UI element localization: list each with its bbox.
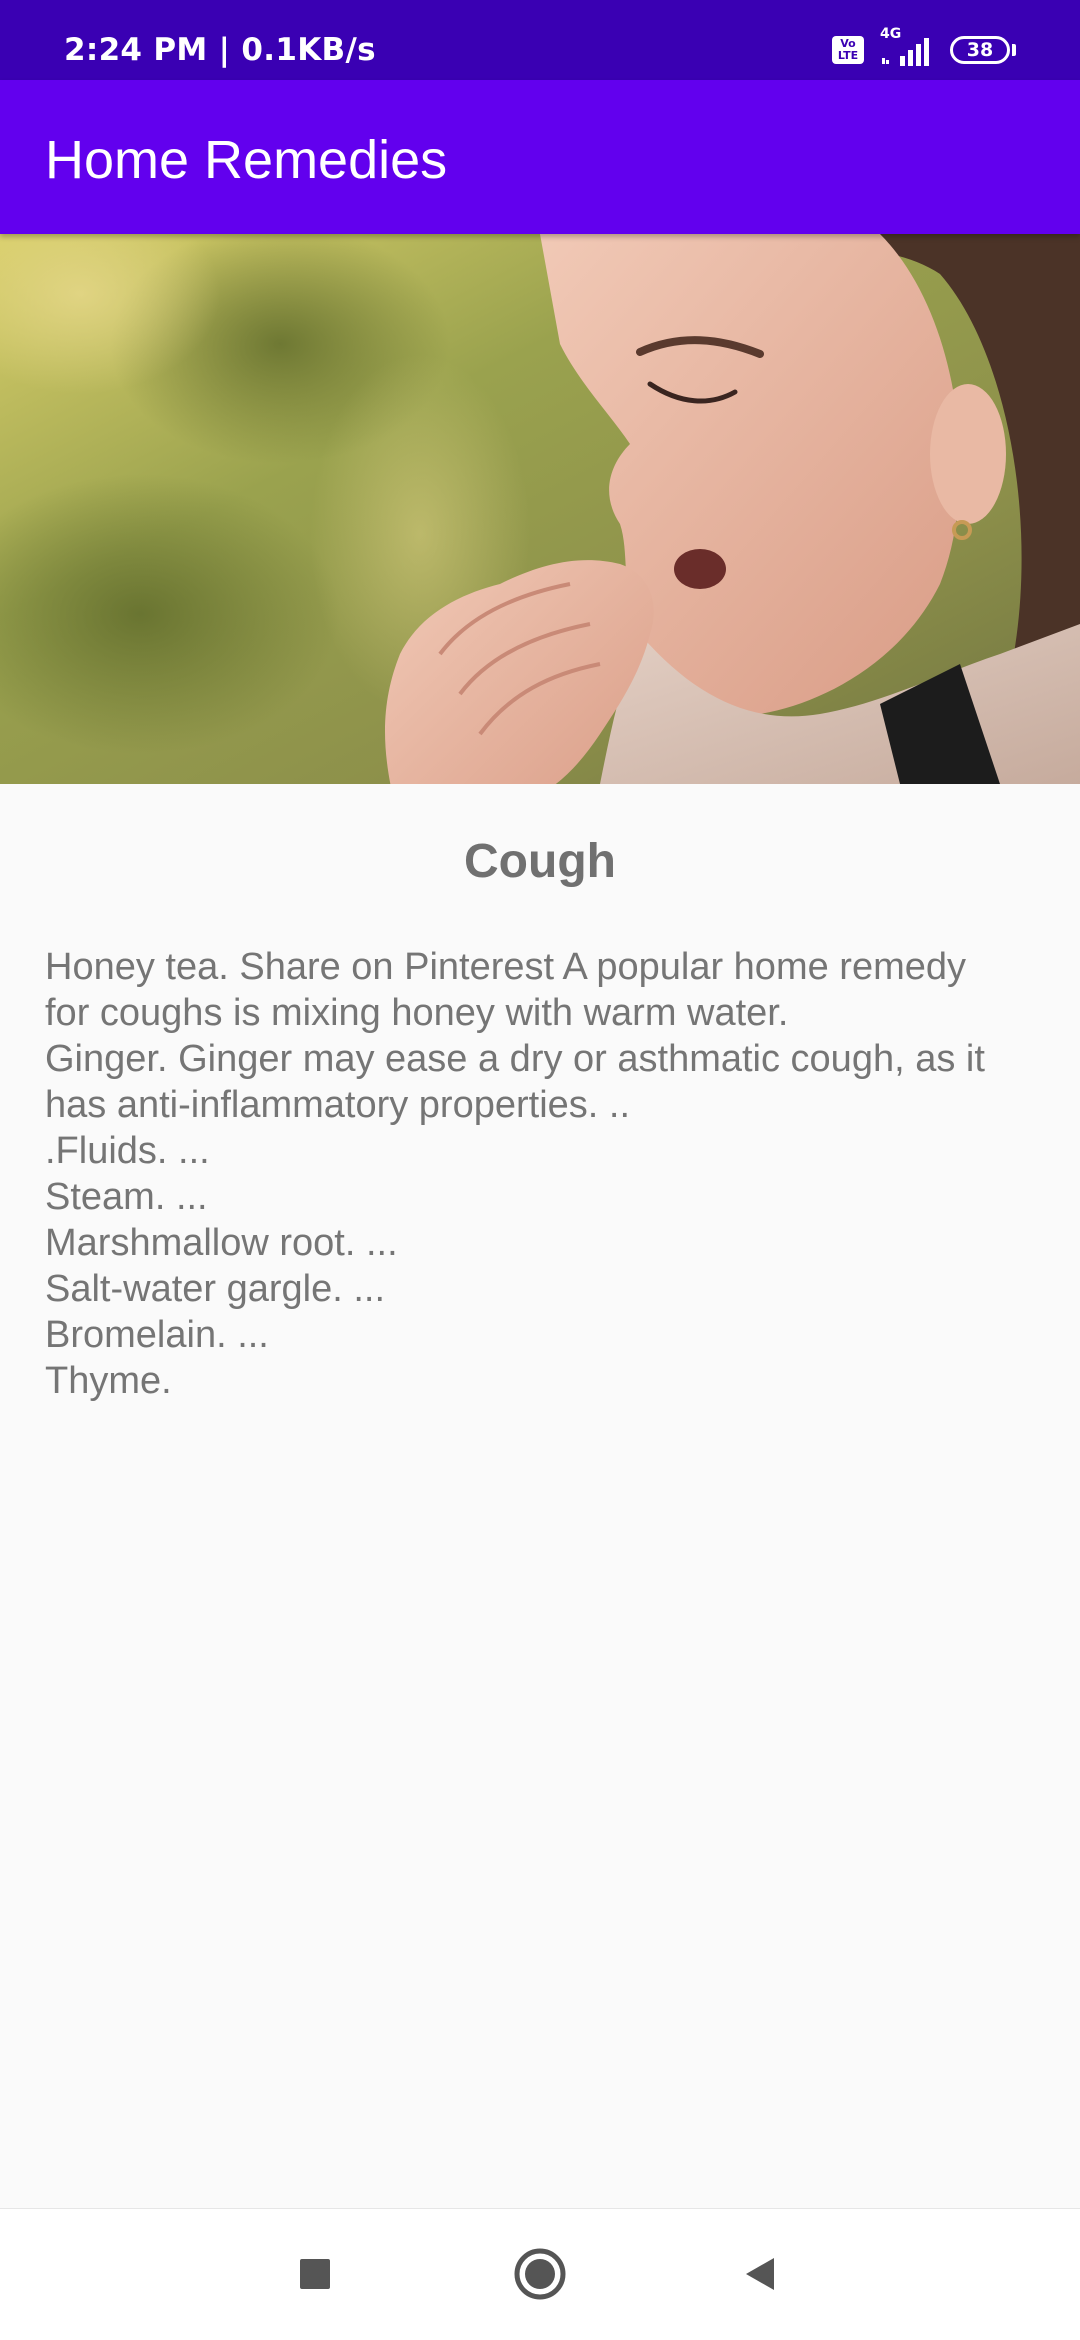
remedy-title: Cough	[464, 835, 616, 888]
app-bar: Home Remedies	[0, 80, 1080, 234]
status-icons: Vo LTE 4G 38	[832, 26, 1016, 72]
remedy-line: Honey tea. Share on Pinterest A popular …	[45, 946, 966, 988]
remedy-line: .Fluids. ...	[45, 1130, 210, 1172]
app-title: Home Remedies	[45, 130, 448, 190]
triangle-icon	[746, 2258, 774, 2290]
volte-icon: Vo LTE	[832, 36, 864, 64]
home-button[interactable]	[505, 2239, 575, 2309]
recents-button[interactable]	[280, 2239, 350, 2309]
square-icon	[300, 2259, 330, 2289]
status-bar: 2:24 PM | 0.1KB/s Vo LTE 4G 38	[0, 0, 1080, 80]
screen: 2:24 PM | 0.1KB/s Vo LTE 4G 38 Home Reme…	[0, 0, 1080, 2340]
hero-image	[0, 234, 1080, 784]
battery-level: 38	[966, 39, 994, 61]
battery-icon: 38	[950, 36, 1010, 64]
remedy-line: Salt-water gargle. ...	[45, 1268, 386, 1310]
signal-icon: 4G	[878, 26, 936, 68]
remedy-line: Marshmallow root. ...	[45, 1222, 398, 1264]
status-time: 2:24 PM | 0.1KB/s	[64, 32, 376, 68]
remedy-line: Bromelain. ...	[45, 1314, 269, 1356]
battery-nub	[1012, 44, 1016, 56]
remedy-line: Ginger. Ginger may ease a dry or asthmat…	[45, 1038, 985, 1080]
volte-label-bottom: LTE	[837, 49, 859, 62]
remedy-line: Steam. ...	[45, 1176, 208, 1218]
circle-icon	[514, 2248, 566, 2300]
remedy-description: Honey tea. Share on Pinterest A popular …	[45, 944, 1045, 1404]
coughing-woman-image	[0, 234, 1080, 784]
back-button[interactable]	[725, 2239, 795, 2309]
navigation-bar	[0, 2208, 1080, 2340]
signal-bars-icon	[882, 38, 929, 66]
remedy-line: Thyme.	[45, 1360, 172, 1402]
remedy-line: has anti-inflammatory properties. ..	[45, 1084, 631, 1126]
remedy-line: for coughs is mixing honey with warm wat…	[45, 992, 789, 1034]
